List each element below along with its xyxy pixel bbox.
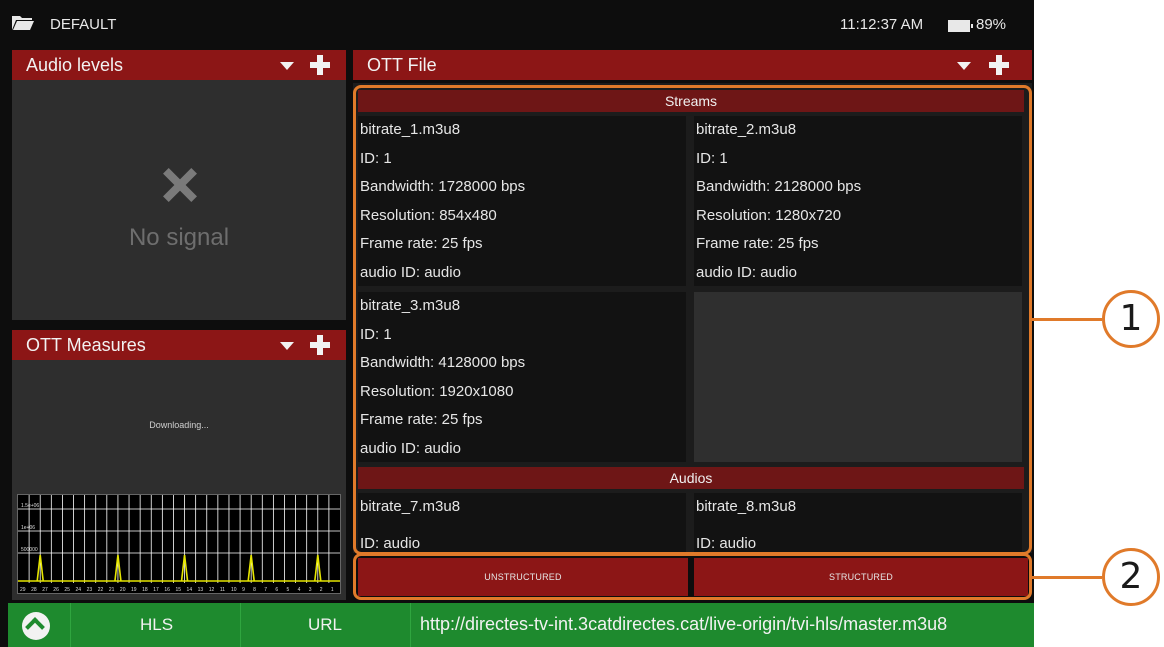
callout-1: 1 [1102,290,1160,348]
clock: 11:12:37 AM [840,16,924,33]
x-tick-label: 2 [320,587,323,593]
x-tick-label: 19 [131,587,137,593]
x-tick-label: 14 [187,587,193,593]
x-tick-label: 10 [231,587,237,593]
buttons-highlight-box [353,553,1032,600]
x-tick-label: 22 [98,587,104,593]
source-selector[interactable]: URL [308,615,342,635]
x-tick-label: 23 [87,587,93,593]
x-tick-label: 1 [331,587,334,593]
protocol-selector[interactable]: HLS [140,615,173,635]
x-tick-label: 26 [53,587,59,593]
streams-highlight-box [353,85,1032,555]
ott-measures-title: OTT Measures [26,335,146,355]
y-tick-label: 1e+06 [21,525,35,531]
divider [410,603,411,647]
y-tick-label: 500000 [21,547,38,553]
stream-url[interactable]: http://directes-tv-int.3catdirectes.cat/… [420,614,947,635]
x-tick-label: 18 [142,587,148,593]
x-tick-label: 20 [120,587,126,593]
x-tick-label: 12 [209,587,215,593]
x-tick-label: 13 [198,587,204,593]
ott-file-title: OTT File [367,55,437,75]
ott-measures-header: OTT Measures [12,330,346,360]
bottom-bar: HLS URL http://directes-tv-int.3catdirec… [8,603,1034,647]
callout-2: 2 [1102,548,1160,606]
home-icon[interactable] [22,612,50,640]
downloading-status: Downloading... [149,420,209,430]
no-signal-icon [160,165,200,205]
battery-level: 89% [976,16,1007,33]
divider [240,603,241,647]
x-tick-label: 15 [175,587,181,593]
x-tick-label: 17 [153,587,159,593]
chevron-down-icon[interactable] [957,62,971,70]
add-icon[interactable] [310,335,330,355]
x-tick-label: 29 [20,587,26,593]
y-tick-label: 1.5e+06 [21,503,39,509]
callout-connector [1030,576,1102,579]
chevron-down-icon[interactable] [280,62,294,70]
x-tick-label: 28 [31,587,37,593]
ott-file-header: OTT File [353,50,1032,80]
x-tick-label: 3 [309,587,312,593]
x-tick-label: 8 [253,587,256,593]
profile-name[interactable]: DEFAULT [50,16,116,33]
x-tick-label: 6 [275,587,278,593]
x-tick-label: 25 [64,587,70,593]
x-tick-label: 9 [242,587,245,593]
audio-levels-header: Audio levels [12,50,346,80]
status-bar: DEFAULT 11:12:37 AM 89% [8,10,1034,44]
x-tick-label: 21 [109,587,115,593]
add-icon[interactable] [989,55,1009,75]
x-tick-label: 11 [220,587,225,593]
no-signal-text: No signal [128,224,230,251]
callout-connector [1030,318,1102,321]
x-tick-label: 5 [286,587,289,593]
chevron-down-icon[interactable] [280,342,294,350]
folder-icon[interactable] [12,14,34,30]
battery-icon [948,20,973,32]
x-tick-label: 24 [76,587,82,593]
bandwidth-series-line [18,554,340,582]
audio-levels-title: Audio levels [26,55,124,75]
x-tick-label: 27 [42,587,48,593]
x-tick-label: 16 [164,587,170,593]
x-tick-label: 7 [264,587,267,593]
divider [70,603,71,647]
add-icon[interactable] [310,55,330,75]
bandwidth-graph: 1.5e+061e+0650000029 28 27 26 25 24 23 22 21 20 19… [17,494,341,594]
x-tick-label: 4 [298,587,301,593]
